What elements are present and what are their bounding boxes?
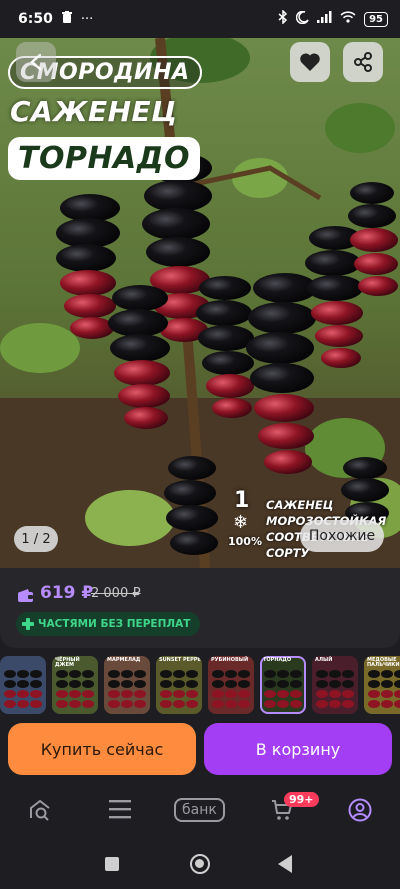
home-search-icon (30, 799, 50, 821)
badge-percent: 100% (228, 535, 262, 548)
variant-thumbnail[interactable]: ЧЁРНЫЙ ДЖЕМ (52, 656, 98, 714)
bank-label: банк (174, 798, 225, 822)
nav-bank[interactable]: банк (174, 798, 225, 822)
signal-icon (317, 11, 332, 27)
thumbnail-image (316, 670, 354, 708)
installment-label: ЧАСТЯМИ БЕЗ ПЕРЕПЛАТ (38, 618, 191, 630)
nav-home[interactable] (28, 798, 52, 822)
thumbnail-image (160, 670, 198, 708)
variant-thumbnail[interactable]: РУБИНОВЫЙ (208, 656, 254, 714)
installment-badge[interactable]: ЧАСТЯМИ БЕЗ ПЕРЕПЛАТ (16, 612, 201, 636)
buy-now-button[interactable]: Купить сейчас (8, 723, 196, 775)
heart-icon (300, 53, 320, 71)
share-button[interactable] (343, 42, 383, 82)
thumbnail-label: МАРМЕЛАД (107, 657, 141, 663)
menu-icon (109, 800, 131, 819)
variant-thumbnail[interactable]: SUNSET PEPPE (156, 656, 202, 714)
thumbnail-image (212, 670, 250, 708)
trash-icon (61, 10, 73, 28)
info-line-1: САЖЕНЕЦ (266, 498, 334, 512)
old-price: 2 000 ₽ (91, 586, 141, 601)
cart-count-badge: 99+ (284, 792, 319, 807)
share-icon (354, 52, 372, 72)
back-button[interactable] (16, 42, 56, 82)
product-title-line2: САЖЕНЕЦ (10, 95, 178, 128)
bluetooth-icon (278, 9, 288, 28)
nav-catalog[interactable] (108, 798, 132, 820)
profile-icon (348, 798, 372, 822)
variant-thumbnail[interactable]: АЛЫЙ (312, 656, 358, 714)
product-title-line3: ТОРНАДО (8, 137, 201, 180)
product-screen: 6:50 ··· 95 СМОРОДИНА САЖЕНЕЦ ТОРНАДО 1 … (0, 0, 400, 889)
system-back-button[interactable] (278, 855, 292, 873)
wifi-icon (340, 11, 356, 27)
plus-circle-icon (22, 618, 34, 630)
chevron-left-icon (30, 53, 42, 71)
status-bar: 6:50 ··· 95 (0, 0, 400, 38)
nav-profile[interactable] (348, 798, 372, 822)
thumbnail-label: АЛЫЙ (315, 657, 333, 663)
moon-icon (295, 10, 309, 28)
thumbnail-image (264, 670, 302, 708)
thumbnail-label: SUNSET PEPPE (159, 657, 201, 663)
thumbnail-image (108, 670, 146, 708)
variant-thumbnail[interactable]: ТОРНАДО (260, 656, 306, 714)
variant-thumbnail[interactable]: МАРМЕЛАД (104, 656, 150, 714)
wallet-icon (18, 588, 34, 607)
status-time: 6:50 (18, 11, 53, 27)
bottom-nav: банк 99+ (0, 786, 400, 838)
image-pager: 1 / 2 (14, 526, 58, 552)
thumbnail-label: МЕДОВЫЕ ПАЛЬЧИКИ (367, 657, 400, 668)
favorite-button[interactable] (290, 42, 330, 82)
recent-apps-button[interactable] (105, 857, 119, 871)
add-to-cart-button[interactable]: В корзину (204, 723, 392, 775)
thumbnail-label: ЧЁРНЫЙ ДЖЕМ (55, 657, 80, 668)
nav-cart[interactable]: 99+ (270, 792, 319, 822)
badge-number: 1 (234, 488, 250, 513)
current-price: 619 ₽ (40, 583, 94, 603)
thumbnail-image (4, 670, 42, 708)
price-section: 619 ₽ 2 000 ₽ ЧАСТЯМИ БЕЗ ПЕРЕПЛАТ (0, 568, 400, 648)
similar-button[interactable]: Похожие (300, 520, 384, 552)
variant-thumbnail[interactable]: МЕДОВЫЕ ПАЛЬЧИКИ (364, 656, 400, 714)
more-dots-icon: ··· (80, 11, 94, 27)
variant-thumbnails: ЧЁРНЫЙ ДЖЕМ МАРМЕЛАД SUNSET PEPPE РУБИНОВЫЙ… (0, 656, 400, 718)
snowflake-icon: ❄ (233, 512, 249, 533)
system-nav-bar (0, 840, 400, 889)
variant-thumbnail[interactable] (0, 656, 46, 714)
home-button[interactable] (190, 854, 210, 874)
thumbnail-label: РУБИНОВЫЙ (211, 657, 249, 663)
thumbnail-label: ТОРНАДО (263, 657, 292, 663)
battery-indicator: 95 (364, 11, 388, 27)
